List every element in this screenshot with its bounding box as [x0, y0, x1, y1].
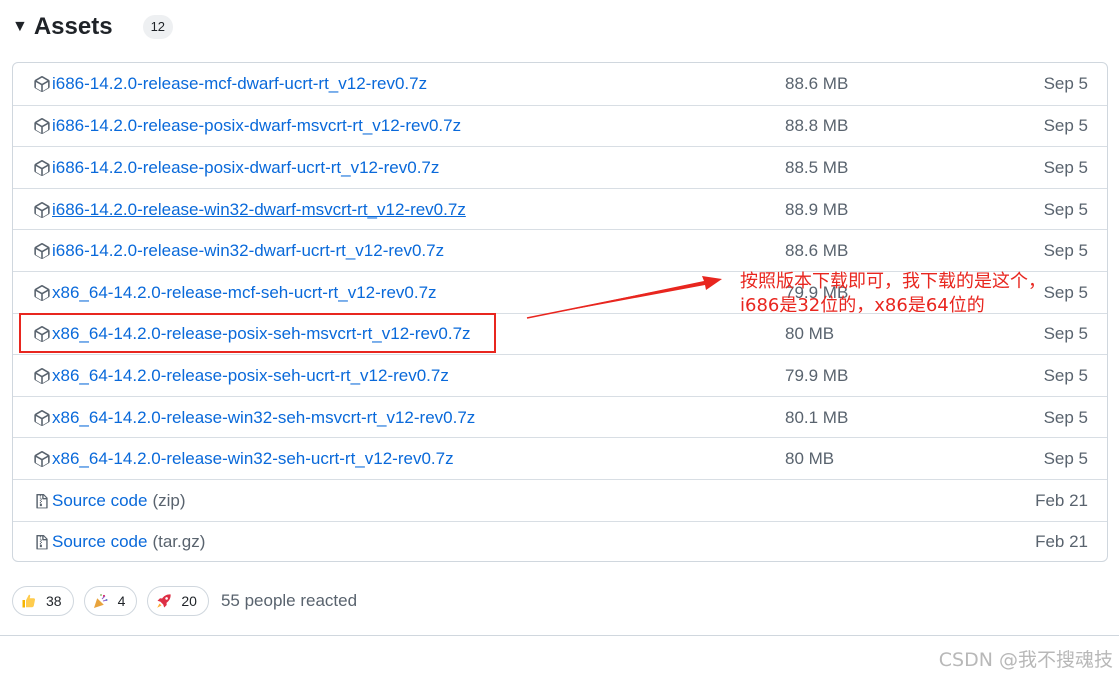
package-icon [34, 368, 50, 384]
asset-date: Sep 5 [1043, 407, 1088, 427]
source-code-ext: (tar.gz) [152, 532, 206, 552]
asset-row: i686-14.2.0-release-win32-dwarf-ucrt-rt_… [13, 229, 1107, 271]
source-code-targz-link[interactable]: Source code (tar.gz) [33, 522, 206, 561]
source-row: Source code (tar.gz) Feb 21 [13, 520, 1107, 561]
asset-size: 88.5 MB [785, 157, 849, 177]
highlight-box [19, 313, 496, 353]
asset-row: i686-14.2.0-release-mcf-dwarf-ucrt-rt_v1… [13, 63, 1107, 105]
asset-size: 88.8 MB [785, 116, 849, 136]
package-icon [34, 409, 50, 426]
package-icon [34, 75, 50, 92]
reaction-count: 20 [181, 593, 197, 609]
reactions-summary: 55 people reacted [220, 591, 358, 610]
asset-date: Feb 21 [1035, 490, 1088, 510]
asset-name: i686-14.2.0-release-mcf-dwarf-ucrt-rt_v1… [52, 73, 428, 93]
asset-name: x86_64-14.2.0-release-win32-seh-msvcrt-r… [52, 407, 476, 427]
caret-down-icon[interactable]: ▼ [12, 19, 28, 35]
asset-date: Sep 5 [1043, 324, 1088, 344]
asset-size: 88.6 MB [785, 241, 849, 261]
package-icon [34, 284, 50, 301]
asset-link[interactable]: x86_64-14.2.0-release-mcf-seh-ucrt-rt_v1… [33, 272, 437, 314]
annotation-line-2: i686是32位的，x86是64位的 [740, 295, 985, 316]
reaction-count: 38 [46, 593, 62, 609]
asset-row: i686-14.2.0-release-posix-dwarf-ucrt-rt_… [13, 146, 1107, 188]
asset-date: Sep 5 [1043, 73, 1088, 93]
party-popper-icon [93, 594, 108, 608]
asset-date: Sep 5 [1043, 157, 1088, 177]
asset-date: Sep 5 [1043, 365, 1088, 385]
annotation-text: 按照版本下载即可，我下载的是这个， i686是32位的，x86是64位的 [740, 270, 1046, 318]
asset-row: x86_64-14.2.0-release-posix-seh-ucrt-rt_… [13, 354, 1107, 396]
file-zip-icon [36, 493, 48, 509]
asset-name: x86_64-14.2.0-release-posix-seh-ucrt-rt_… [52, 365, 449, 385]
asset-date: Sep 5 [1043, 199, 1088, 219]
asset-row: i686-14.2.0-release-win32-dwarf-msvcrt-r… [13, 187, 1107, 231]
asset-date: Feb 21 [1035, 532, 1088, 552]
source-code-zip-link[interactable]: Source code (zip) [33, 480, 186, 522]
asset-link[interactable]: x86_64-14.2.0-release-posix-seh-ucrt-rt_… [33, 355, 449, 397]
asset-name: x86_64-14.2.0-release-mcf-seh-ucrt-rt_v1… [52, 282, 437, 302]
asset-link[interactable]: i686-14.2.0-release-win32-dwarf-msvcrt-r… [33, 189, 466, 231]
asset-row: x86_64-14.2.0-release-win32-seh-msvcrt-r… [13, 395, 1107, 439]
asset-link[interactable]: i686-14.2.0-release-posix-dwarf-ucrt-rt_… [33, 147, 439, 189]
reaction-hooray-button[interactable]: 4 [83, 586, 138, 616]
thumbs-up-icon [22, 594, 36, 608]
asset-size: 88.6 MB [785, 73, 849, 93]
package-icon [34, 451, 50, 468]
divider [0, 635, 1119, 636]
asset-size: 88.9 MB [785, 199, 849, 219]
asset-size: 80 MB [785, 324, 835, 344]
reaction-rocket-button[interactable]: 20 [147, 586, 209, 616]
asset-name: i686-14.2.0-release-win32-dwarf-msvcrt-r… [52, 199, 466, 219]
assets-header[interactable]: ▼ Assets 12 [12, 10, 174, 44]
rocket-icon [157, 594, 172, 608]
file-zip-icon [36, 535, 48, 550]
asset-link[interactable]: i686-14.2.0-release-mcf-dwarf-ucrt-rt_v1… [33, 63, 427, 105]
source-code-label: Source code [52, 532, 148, 552]
asset-link[interactable]: x86_64-14.2.0-release-win32-seh-ucrt-rt_… [33, 438, 454, 480]
asset-size: 79.9 MB [785, 365, 849, 385]
watermark: CSDN @我不搜魂技 [938, 649, 1113, 671]
package-icon [34, 118, 50, 135]
reaction-thumbs-up-button[interactable]: 38 [12, 586, 74, 616]
assets-title: Assets [33, 13, 113, 40]
asset-size: 80.1 MB [785, 407, 849, 427]
asset-link[interactable]: i686-14.2.0-release-posix-dwarf-msvcrt-r… [33, 106, 461, 148]
asset-link[interactable]: i686-14.2.0-release-win32-dwarf-ucrt-rt_… [33, 230, 444, 272]
package-icon [34, 160, 50, 176]
annotation-line-1: 按照版本下载即可，我下载的是这个， [740, 271, 1046, 292]
reactions-bar: 38 4 20 55 people reacted [12, 585, 357, 617]
asset-date: Sep 5 [1043, 449, 1088, 469]
source-row: Source code (zip) Feb 21 [13, 478, 1107, 522]
asset-name: i686-14.2.0-release-win32-dwarf-ucrt-rt_… [52, 241, 445, 261]
asset-name: i686-14.2.0-release-posix-dwarf-ucrt-rt_… [52, 157, 440, 177]
package-icon [34, 201, 50, 218]
asset-name: x86_64-14.2.0-release-win32-seh-ucrt-rt_… [52, 449, 454, 469]
asset-row: x86_64-14.2.0-release-win32-seh-ucrt-rt_… [13, 437, 1107, 479]
source-code-ext: (zip) [152, 490, 186, 510]
asset-date: Sep 5 [1043, 282, 1088, 302]
source-code-label: Source code [52, 490, 148, 510]
reaction-count: 4 [117, 593, 126, 609]
asset-name: i686-14.2.0-release-posix-dwarf-msvcrt-r… [52, 116, 462, 136]
asset-row: i686-14.2.0-release-posix-dwarf-msvcrt-r… [13, 104, 1107, 148]
asset-link[interactable]: x86_64-14.2.0-release-win32-seh-msvcrt-r… [33, 397, 475, 439]
asset-date: Sep 5 [1043, 116, 1088, 136]
asset-date: Sep 5 [1043, 241, 1088, 261]
asset-size: 80 MB [785, 449, 835, 469]
assets-count-badge: 12 [142, 15, 174, 39]
package-icon [34, 243, 50, 260]
